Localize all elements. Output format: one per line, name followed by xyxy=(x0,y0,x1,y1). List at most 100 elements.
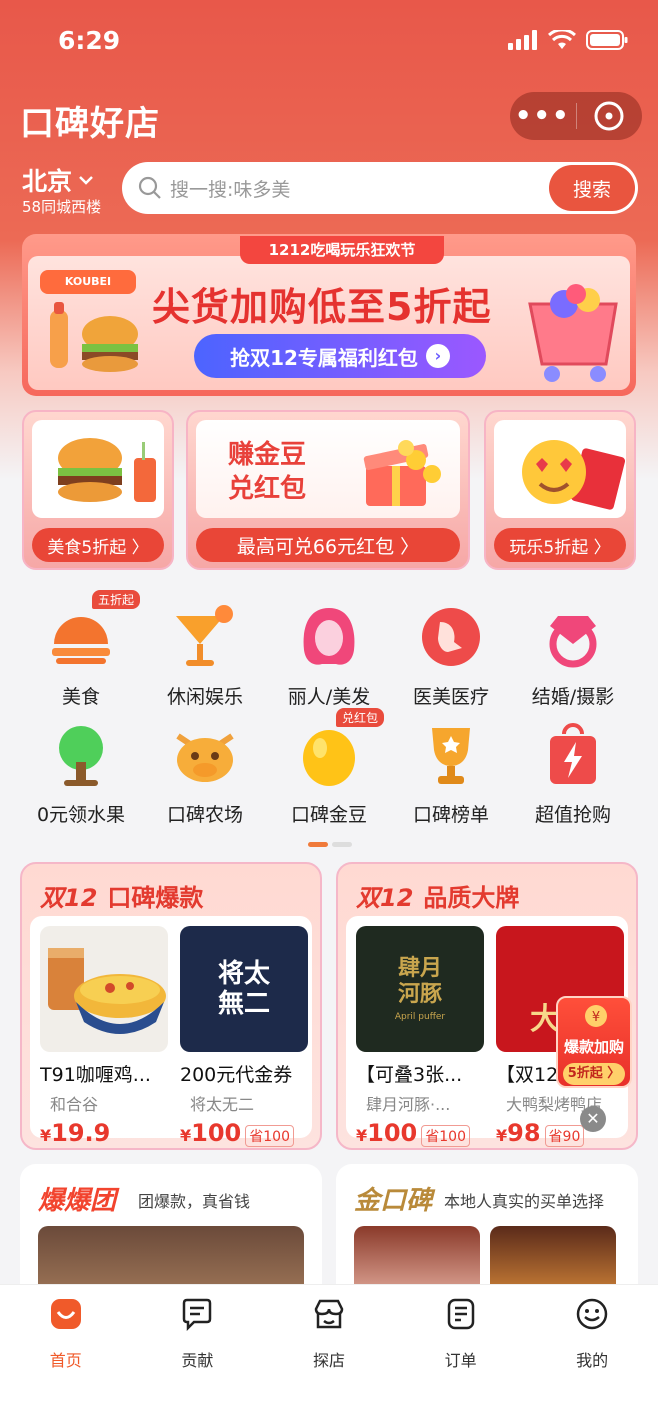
floating-close-button[interactable]: ✕ xyxy=(580,1106,606,1132)
tab-orders[interactable]: 订单 xyxy=(395,1285,527,1424)
trophy-icon xyxy=(432,728,470,784)
app-title: 口碑好店 xyxy=(20,104,160,144)
category-wedding-label: 结婚/摄影 xyxy=(531,686,615,708)
tab-home[interactable]: 首页 xyxy=(0,1285,132,1424)
gold-bean-icon xyxy=(303,730,355,786)
category-beauty-icon-wrap xyxy=(296,604,362,670)
category-gold-bean-label: 口碑金豆 xyxy=(290,804,367,826)
category-gold-bean[interactable]: 兑红包 口碑金豆 xyxy=(268,708,390,832)
category-food[interactable]: 五折起 美食 xyxy=(20,590,142,714)
flash-bag-icon xyxy=(550,723,596,784)
tab-orders-label: 订单 xyxy=(444,1351,477,1370)
promo-banner[interactable]: 1212吃喝玩乐狂欢节 KOUBEI 尖货加购低至5折起 抢双12专属福利红包 … xyxy=(22,234,636,396)
product-title: T91咖喱鸡... xyxy=(40,1064,151,1086)
category-farm-icon-wrap xyxy=(172,722,238,788)
price-value: 19.9 xyxy=(51,1119,111,1147)
home-face-icon xyxy=(50,1299,81,1329)
profile-icon xyxy=(576,1298,608,1330)
search-button[interactable]: 搜索 xyxy=(549,165,635,211)
promo-card-gold-bean[interactable]: 赚金豆 兑红包 最高可兑66元红包 〉 xyxy=(186,410,470,570)
promo-play-image xyxy=(494,420,626,518)
category-flash-icon-wrap xyxy=(540,722,606,788)
category-free-fruit[interactable]: 0元领水果 xyxy=(20,722,142,832)
floating-red-packet[interactable]: ¥ 爆款加购 5折起 〉 xyxy=(556,996,632,1088)
product-store: 大鸭梨烤鸭店 xyxy=(506,1095,603,1114)
more-button[interactable]: ••• xyxy=(510,96,576,136)
product-price: ¥19.9 xyxy=(40,1119,168,1147)
category-gold-bean-badge: 兑红包 xyxy=(336,708,385,727)
price-value: 98 xyxy=(507,1119,541,1147)
category-farm[interactable]: 口碑农场 xyxy=(144,722,266,832)
group-buy-logo: 爆爆团 xyxy=(38,1186,117,1216)
close-circle-icon xyxy=(594,101,624,131)
banner-cta-button[interactable]: 抢双12专属福利红包 › xyxy=(194,334,486,378)
tab-contribute-label: 贡献 xyxy=(181,1351,214,1370)
group-buy-card[interactable]: 爆爆团 团爆款，真省钱 xyxy=(20,1164,322,1304)
price-value: 100 xyxy=(367,1119,418,1147)
contribute-icon xyxy=(183,1298,212,1332)
medical-beauty-icon xyxy=(422,608,480,666)
tab-explore-store[interactable]: 探店 xyxy=(263,1285,395,1424)
search-input[interactable]: 搜一搜:味多美 xyxy=(170,175,549,202)
hot-items-card[interactable]: 双12 口碑爆款 T91咖喱鸡... 和合谷 ¥19.9 将太無二 200元代金券 xyxy=(20,862,322,1150)
hamburger-icon xyxy=(52,617,110,664)
category-leisure-label: 休闲娱乐 xyxy=(166,686,243,708)
product-item[interactable]: T91咖喱鸡... 和合谷 ¥19.9 xyxy=(40,926,168,1147)
bottom-tab-bar: 首页 贡献 探店 订单 我的 xyxy=(0,1284,658,1424)
mini-program-capsule: ••• xyxy=(510,92,642,140)
category-leisure[interactable]: 休闲娱乐 xyxy=(144,604,266,714)
shop-icon xyxy=(314,1299,344,1329)
category-beauty-hair[interactable]: 丽人/美发 xyxy=(268,604,390,714)
category-medical[interactable]: 医美医疗 xyxy=(390,604,512,714)
price-currency: ¥ xyxy=(180,1126,192,1145)
svg-text:¥: ¥ xyxy=(592,1010,600,1025)
category-leisure-icon-wrap xyxy=(172,604,238,670)
product-image-text: 肆月河豚 xyxy=(397,956,442,1007)
promo-gold-bean-image: 赚金豆 兑红包 xyxy=(196,420,460,518)
category-flash-sale[interactable]: 超值抢购 xyxy=(512,722,634,832)
coin-icon: ¥ xyxy=(585,1005,607,1027)
order-icon xyxy=(447,1298,474,1330)
save-badge: 省100 xyxy=(421,1125,470,1147)
product-image-siyue: 肆月河豚 April puffer xyxy=(356,926,484,1052)
tab-profile[interactable]: 我的 xyxy=(526,1285,658,1424)
product-item[interactable]: 将太無二 200元代金券 将太无二 ¥100 省100 xyxy=(180,926,308,1147)
promo-gold-title-line2: 兑红包 xyxy=(228,474,307,504)
category-ranking-label: 口碑榜单 xyxy=(412,804,489,826)
brands-prefix: 双12 xyxy=(356,884,414,912)
product-image-text: 将太無二 xyxy=(217,959,270,1019)
product-image-jiangtai: 将太無二 xyxy=(180,926,308,1052)
close-button[interactable] xyxy=(577,100,643,132)
chevron-down-icon xyxy=(79,176,93,185)
product-store: 将太无二 xyxy=(190,1095,255,1114)
city-selector[interactable]: 北京 xyxy=(22,162,94,198)
tab-contribute[interactable]: 贡献 xyxy=(132,1285,264,1424)
promo-gold-bean-title: 赚金豆 兑红包 xyxy=(228,438,306,506)
search-bar[interactable]: 搜一搜:味多美 搜索 xyxy=(122,162,638,214)
cocktail-icon xyxy=(176,605,233,666)
category-farm-label: 口碑农场 xyxy=(166,804,243,826)
price-currency: ¥ xyxy=(356,1126,368,1145)
promo-card-play[interactable]: 玩乐5折起 〉 xyxy=(484,410,636,570)
category-flash-label: 超值抢购 xyxy=(534,804,611,826)
category-beauty-label: 丽人/美发 xyxy=(287,686,371,708)
promo-gold-bean-label: 最高可兑66元红包 〉 xyxy=(196,528,460,562)
category-food-icon-wrap: 五折起 xyxy=(48,590,141,670)
category-wedding-photo[interactable]: 结婚/摄影 xyxy=(512,604,634,714)
promo-card-food[interactable]: 美食5折起 〉 xyxy=(22,410,174,570)
category-wedding-icon-wrap xyxy=(540,604,606,670)
product-store: 肆月河豚·... xyxy=(366,1095,451,1114)
promo-food-label: 美食5折起 〉 xyxy=(32,528,164,562)
gold-koubei-card[interactable]: 金口碑 本地人真实的买单选择 xyxy=(336,1164,638,1304)
gold-koubei-logo: 金口碑 xyxy=(354,1186,433,1216)
category-ranking[interactable]: 口碑榜单 xyxy=(390,722,512,832)
gold-koubei-subtitle: 本地人真实的买单选择 xyxy=(444,1192,605,1211)
group-buy-subtitle: 团爆款，真省钱 xyxy=(138,1192,251,1211)
category-food-badge: 五折起 xyxy=(92,590,141,609)
product-image-subtext: April puffer xyxy=(394,1012,446,1022)
floating-title: 爆款加购 xyxy=(563,1038,624,1056)
category-medical-label: 医美医疗 xyxy=(412,686,489,708)
banner-headline: 尖货加购低至5折起 xyxy=(152,285,492,329)
product-item[interactable]: 肆月河豚 April puffer 【可叠3张... 肆月河豚·... ¥100… xyxy=(356,926,484,1147)
category-food-label: 美食 xyxy=(61,686,100,708)
